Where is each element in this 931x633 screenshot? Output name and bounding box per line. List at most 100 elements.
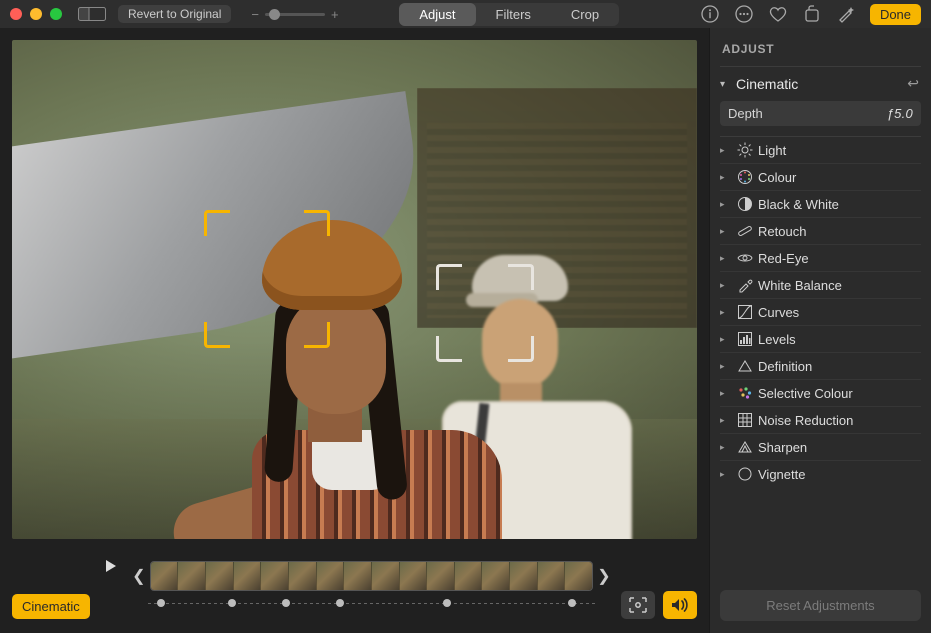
audio-button[interactable]: [663, 591, 697, 619]
tab-adjust[interactable]: Adjust: [399, 3, 475, 26]
chevron-right-icon: ▸: [720, 361, 732, 372]
chevron-right-icon: ▸: [720, 388, 732, 399]
manual-focus-button[interactable]: [621, 591, 655, 619]
zoom-control[interactable]: − +: [251, 7, 338, 22]
favorite-icon[interactable]: [768, 4, 788, 24]
adjust-item-label: Definition: [758, 359, 812, 374]
play-button[interactable]: [100, 555, 122, 577]
chevron-right-icon: ▸: [720, 199, 732, 210]
adjust-item-label: White Balance: [758, 278, 842, 293]
dots-icon: [736, 385, 754, 401]
chevron-right-icon: ▸: [720, 253, 732, 264]
more-icon[interactable]: [734, 4, 754, 24]
sharp-icon: [736, 439, 754, 455]
adjust-item-sharpen[interactable]: ▸ Sharpen: [720, 433, 921, 460]
picker-icon: [736, 277, 754, 293]
adjust-item-selective-colour[interactable]: ▸ Selective Colour: [720, 379, 921, 406]
triangle-icon: [736, 358, 754, 374]
zoom-in-icon[interactable]: +: [331, 7, 339, 22]
chevron-right-icon: ▸: [720, 469, 732, 480]
window-controls: [10, 8, 62, 20]
zoom-slider[interactable]: [265, 13, 325, 16]
depth-value: ƒ5.0: [887, 106, 913, 121]
sidebar-title: ADJUST: [720, 36, 921, 67]
auto-enhance-icon[interactable]: [836, 4, 856, 24]
bw-icon: [736, 196, 754, 212]
focus-track[interactable]: [148, 597, 595, 611]
tab-crop[interactable]: Crop: [551, 3, 619, 26]
adjust-item-noise-reduction[interactable]: ▸ Noise Reduction: [720, 406, 921, 433]
tab-filters[interactable]: Filters: [476, 3, 551, 26]
frame-viewer[interactable]: [150, 561, 593, 591]
cinematic-mode-button[interactable]: Cinematic: [12, 594, 90, 619]
adjustment-list: ▸ Light ▸ Colour ▸ Black & White ▸ Retouch ▸ Red-…: [720, 136, 921, 487]
adjust-item-label: Curves: [758, 305, 799, 320]
adjust-item-label: Sharpen: [758, 440, 807, 455]
grid-icon: [736, 412, 754, 428]
close-window-button[interactable]: [10, 8, 22, 20]
zoom-out-icon[interactable]: −: [251, 7, 259, 22]
adjust-item-definition[interactable]: ▸ Definition: [720, 352, 921, 379]
adjust-item-label: Black & White: [758, 197, 839, 212]
adjust-item-light[interactable]: ▸ Light: [720, 136, 921, 163]
mode-tabs: Adjust Filters Crop: [399, 3, 619, 26]
done-button[interactable]: Done: [870, 4, 921, 25]
adjust-item-curves[interactable]: ▸ Curves: [720, 298, 921, 325]
trim-start-handle[interactable]: ❮: [132, 566, 146, 586]
focus-bracket-primary[interactable]: [204, 210, 330, 348]
curves-icon: [736, 304, 754, 320]
adjust-item-colour[interactable]: ▸ Colour: [720, 163, 921, 190]
adjust-item-vignette[interactable]: ▸ Vignette: [720, 460, 921, 487]
cinematic-section-header[interactable]: ▾ Cinematic ↩︎: [720, 67, 921, 97]
rotate-icon[interactable]: [802, 4, 822, 24]
reset-cinematic-icon[interactable]: ↩︎: [901, 75, 919, 93]
focus-bracket-secondary[interactable]: [436, 264, 534, 362]
adjust-item-label: Colour: [758, 170, 796, 185]
chevron-right-icon: ▸: [720, 226, 732, 237]
sidebar-layout-toggle[interactable]: [78, 7, 106, 21]
trim-end-handle[interactable]: ❯: [597, 566, 611, 586]
adjust-item-label: Noise Reduction: [758, 413, 853, 428]
adjust-item-black-white[interactable]: ▸ Black & White: [720, 190, 921, 217]
frames-row: ❮ ❯: [132, 561, 611, 591]
swatch-icon: [736, 169, 754, 185]
chevron-right-icon: ▸: [720, 145, 732, 156]
fullscreen-window-button[interactable]: [50, 8, 62, 20]
depth-label: Depth: [728, 106, 887, 121]
cinematic-label: Cinematic: [736, 76, 901, 92]
chevron-right-icon: ▸: [720, 334, 732, 345]
toolbar-right: Done: [700, 4, 921, 25]
chevron-right-icon: ▸: [720, 280, 732, 291]
sun-icon: [736, 142, 754, 158]
bandage-icon: [736, 223, 754, 239]
adjust-item-label: Retouch: [758, 224, 806, 239]
minimize-window-button[interactable]: [30, 8, 42, 20]
adjust-sidebar: ADJUST ▾ Cinematic ↩︎ Depth ƒ5.0 ▸Light▸…: [709, 28, 931, 633]
adjust-item-label: Selective Colour: [758, 386, 853, 401]
adjust-item-label: Red-Eye: [758, 251, 809, 266]
adjust-item-red-eye[interactable]: ▸ Red-Eye: [720, 244, 921, 271]
adjust-item-levels[interactable]: ▸ Levels: [720, 325, 921, 352]
circle-icon: [736, 466, 754, 482]
timeline-area: Cinematic ❮ ❯: [0, 543, 709, 633]
chevron-right-icon: ▸: [720, 307, 732, 318]
adjust-item-label: Light: [758, 143, 786, 158]
titlebar: Revert to Original − + Adjust Filters Cr…: [0, 0, 931, 28]
reset-adjustments-button[interactable]: Reset Adjustments: [720, 590, 921, 621]
chevron-right-icon: ▸: [720, 442, 732, 453]
depth-row[interactable]: Depth ƒ5.0: [720, 101, 921, 126]
levels-icon: [736, 331, 754, 347]
info-icon[interactable]: [700, 4, 720, 24]
chevron-right-icon: ▸: [720, 415, 732, 426]
adjust-item-label: Vignette: [758, 467, 805, 482]
video-viewer[interactable]: [12, 40, 697, 539]
revert-button[interactable]: Revert to Original: [118, 5, 231, 23]
eye-icon: [736, 250, 754, 266]
chevron-right-icon: ▸: [720, 172, 732, 183]
adjust-item-label: Levels: [758, 332, 796, 347]
adjust-item-retouch[interactable]: ▸ Retouch: [720, 217, 921, 244]
chevron-down-icon: ▾: [720, 79, 736, 90]
canvas-area: Cinematic ❮ ❯: [0, 28, 709, 633]
main: Cinematic ❮ ❯: [0, 28, 931, 633]
adjust-item-white-balance[interactable]: ▸ White Balance: [720, 271, 921, 298]
